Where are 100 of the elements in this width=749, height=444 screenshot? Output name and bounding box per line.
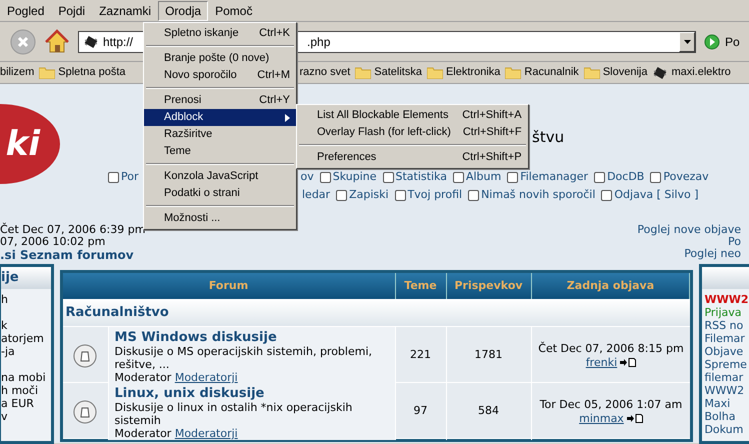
- info-link[interactable]: Poglej neo: [684, 248, 741, 260]
- nav-link[interactable]: Skupine: [332, 168, 377, 186]
- stop-icon[interactable]: [10, 28, 36, 54]
- folder-icon: [39, 66, 56, 78]
- bookmark-link[interactable]: maxi.elektro: [671, 64, 731, 81]
- nav-link[interactable]: Nimaš novih sporočil: [481, 186, 596, 204]
- bookmark-link[interactable]: bilizem: [0, 64, 34, 81]
- forum-status-icon: [73, 344, 98, 368]
- menu-item[interactable]: Konzola JavaScript: [144, 168, 296, 185]
- bookmark-link[interactable]: Elektronika: [446, 64, 500, 81]
- panel-link[interactable]: Prijava: [704, 306, 749, 319]
- panel-text: na mobi: [1, 371, 47, 384]
- info-link[interactable]: Po: [728, 236, 741, 248]
- panel-link[interactable]: filemar: [704, 371, 749, 384]
- moderator-label: Moderator: [114, 371, 172, 384]
- user-link[interactable]: minmax: [579, 412, 624, 426]
- folder-icon: [426, 66, 443, 78]
- last-post-date: Čet Dec 07, 2006 8:15 pm: [538, 342, 684, 356]
- go-icon[interactable]: [704, 34, 720, 50]
- forum-title-link[interactable]: MS Windows diskusije: [114, 330, 395, 345]
- category-title: Računalništvo: [64, 304, 169, 322]
- arrow-page-icon[interactable]: [620, 358, 636, 367]
- bookmark-link[interactable]: Slovenija: [602, 64, 648, 81]
- panel-text: v: [1, 410, 9, 423]
- panel-header: [702, 267, 749, 289]
- menu-bar-item[interactable]: Orodja: [158, 0, 208, 20]
- forum-description: Diskusije o linux in ostalih *nix operacijskih sistemih: [114, 401, 354, 427]
- menu-bar-item[interactable]: Pojdi: [51, 0, 92, 20]
- caret-icon: [684, 40, 690, 44]
- menu-item[interactable]: List All Blockable Elements Ctrl+Shift+A: [297, 107, 528, 124]
- nav-link[interactable]: Por: [121, 168, 138, 186]
- menu-item[interactable]: Adblock: [144, 109, 296, 126]
- last-post-date: Tor Dec 05, 2006 1:07 am: [540, 398, 682, 412]
- menu-item[interactable]: Preferences Ctrl+Shift+P: [297, 149, 528, 166]
- nav-link[interactable]: Odjava [ Silvo ]: [614, 186, 698, 204]
- bookmark-link[interactable]: razno svet: [300, 64, 350, 81]
- nav-link[interactable]: DocDB: [607, 168, 644, 186]
- user-link[interactable]: frenki: [586, 356, 618, 370]
- folder-icon: [505, 66, 522, 78]
- panel-link[interactable]: Maxi: [704, 397, 749, 410]
- moderator-link[interactable]: Moderatorji: [174, 427, 238, 440]
- bookmark-link[interactable]: Spletna pošta: [58, 64, 126, 81]
- panel-link[interactable]: Objave: [704, 345, 749, 358]
- menu-item[interactable]: Branje pošte (0 nove): [144, 50, 296, 67]
- nav-link[interactable]: Statistika: [396, 168, 447, 186]
- nav-link[interactable]: Povezav: [663, 168, 709, 186]
- menu-bar-item[interactable]: Pomoč: [208, 0, 260, 20]
- panel-link[interactable]: Spreme: [704, 358, 749, 371]
- nav-link[interactable]: Zapiski: [349, 186, 389, 204]
- url-text: http://: [103, 34, 134, 50]
- submenu-arrow-icon: [285, 114, 290, 122]
- page-icon: [452, 172, 464, 182]
- info-link[interactable]: Poglej nove objave: [637, 224, 741, 236]
- home-icon[interactable]: [44, 28, 70, 54]
- page-icon: [594, 172, 606, 182]
- panel-link[interactable]: Bolha: [704, 410, 749, 423]
- page-icon: [468, 190, 480, 200]
- breadcrumb-link[interactable]: .si Seznam forumov: [0, 248, 146, 263]
- posts-cell: 584: [446, 383, 532, 440]
- panel-text: h: [1, 293, 9, 306]
- nav-link[interactable]: ov: [300, 168, 314, 186]
- nav-link[interactable]: Album: [466, 168, 502, 186]
- menu-item[interactable]: Teme: [144, 143, 296, 160]
- moderator-link[interactable]: Moderatorji: [174, 371, 238, 384]
- menu-bar-item[interactable]: Zaznamki: [92, 0, 158, 20]
- forum-description: Diskusije o MS operacijskih sistemih, problemi, rešitve, ...: [114, 345, 374, 371]
- menu-item[interactable]: Prenosi Ctrl+Y: [144, 92, 296, 109]
- arrow-page-icon[interactable]: [626, 414, 643, 423]
- page-icon: [394, 190, 406, 200]
- menu-item[interactable]: Novo sporočilo Ctrl+M: [144, 67, 296, 84]
- forum-status-icon: [73, 400, 98, 424]
- menu-bar-item[interactable]: Pogled: [0, 0, 52, 20]
- page-icon: [336, 190, 348, 200]
- nav-link[interactable]: Filemanager: [520, 168, 588, 186]
- bookmark-link[interactable]: Racunalnik: [524, 64, 579, 81]
- menu-item[interactable]: Podatki o strani: [144, 185, 296, 202]
- moderator-label: Moderator: [114, 427, 172, 440]
- page-icon: [650, 172, 662, 182]
- page-icon: [382, 172, 394, 182]
- panel-text: atorjem: [1, 332, 45, 345]
- folder-icon: [584, 66, 600, 78]
- dropdown-button[interactable]: [679, 32, 695, 52]
- url-text: .php: [307, 34, 330, 50]
- panel-text: -ja: [1, 345, 16, 358]
- panel-link[interactable]: Filemar: [704, 332, 749, 345]
- forum-title-link[interactable]: Linux, unix diskusije: [114, 386, 395, 401]
- menu-item[interactable]: Možnosti ...: [144, 210, 296, 227]
- bookmark-link[interactable]: Satelitska: [374, 64, 422, 81]
- nav-link[interactable]: Tvoj profil: [408, 186, 462, 204]
- panel-link[interactable]: Dokum: [704, 423, 749, 436]
- panel-text: k: [1, 319, 8, 332]
- panel-link[interactable]: WWW2: [704, 293, 749, 306]
- panel-title: ije: [1, 267, 51, 289]
- menu-item[interactable]: Razširitve: [144, 126, 296, 143]
- go-label[interactable]: Po: [725, 32, 740, 50]
- menu-item[interactable]: Overlay Flash (for left-click) Ctrl+Shift+F: [297, 124, 528, 141]
- panel-link[interactable]: WWW2: [704, 384, 749, 397]
- page-icon: [507, 172, 518, 182]
- panel-link[interactable]: RSS no: [704, 319, 749, 332]
- nav-link[interactable]: ledar: [302, 186, 330, 204]
